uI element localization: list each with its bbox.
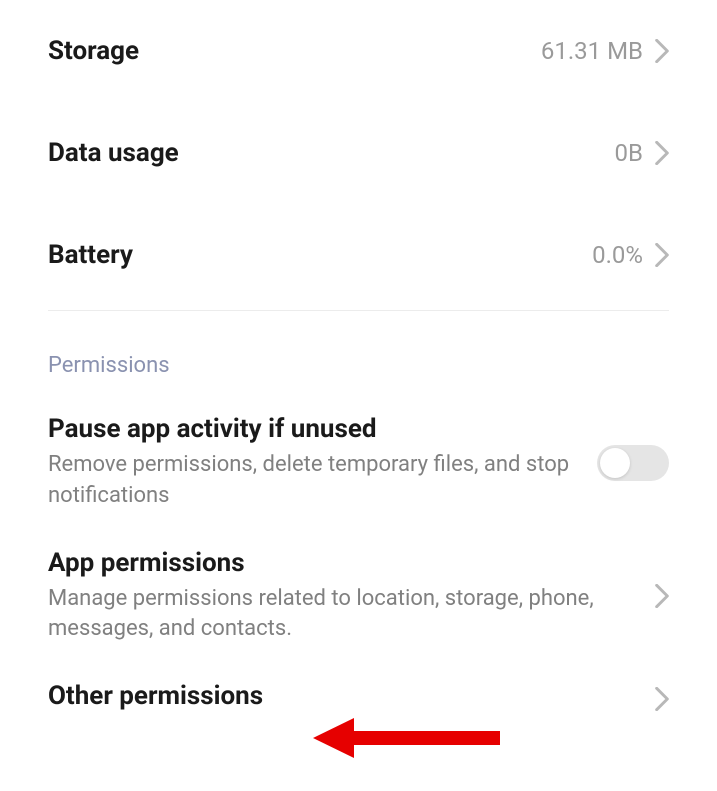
data-usage-value: 0B — [615, 139, 643, 167]
data-usage-row[interactable]: Data usage 0B — [48, 102, 669, 204]
data-usage-right: 0B — [615, 139, 669, 167]
storage-value: 61.31 MB — [541, 37, 643, 65]
pause-title: Pause app activity if unused — [48, 414, 573, 444]
pause-toggle[interactable] — [597, 445, 669, 481]
app-perms-title: App permissions — [48, 548, 631, 578]
battery-label: Battery — [48, 240, 133, 270]
storage-right: 61.31 MB — [541, 37, 669, 65]
other-perms-left: Other permissions — [48, 681, 655, 717]
app-permissions-row[interactable]: App permissions Manage permissions relat… — [48, 530, 669, 664]
other-permissions-row[interactable]: Other permissions — [48, 663, 669, 735]
chevron-right-icon — [655, 687, 669, 711]
pause-app-activity-row[interactable]: Pause app activity if unused Remove perm… — [48, 396, 669, 530]
app-perms-desc: Manage permissions related to location, … — [48, 584, 631, 646]
battery-value: 0.0% — [592, 241, 643, 269]
other-perms-title: Other permissions — [48, 681, 631, 711]
chevron-right-icon — [655, 243, 669, 267]
data-usage-label: Data usage — [48, 138, 179, 168]
chevron-right-icon — [655, 141, 669, 165]
storage-label: Storage — [48, 36, 139, 66]
chevron-right-icon — [655, 39, 669, 63]
battery-row[interactable]: Battery 0.0% — [48, 204, 669, 306]
permissions-section-header: Permissions — [48, 311, 669, 396]
app-perms-left: App permissions Manage permissions relat… — [48, 548, 655, 646]
battery-right: 0.0% — [592, 241, 669, 269]
pause-desc: Remove permissions, delete temporary fil… — [48, 450, 573, 512]
chevron-right-icon — [655, 584, 669, 608]
toggle-knob — [600, 448, 630, 478]
pause-left: Pause app activity if unused Remove perm… — [48, 414, 597, 512]
storage-row[interactable]: Storage 61.31 MB — [48, 0, 669, 102]
